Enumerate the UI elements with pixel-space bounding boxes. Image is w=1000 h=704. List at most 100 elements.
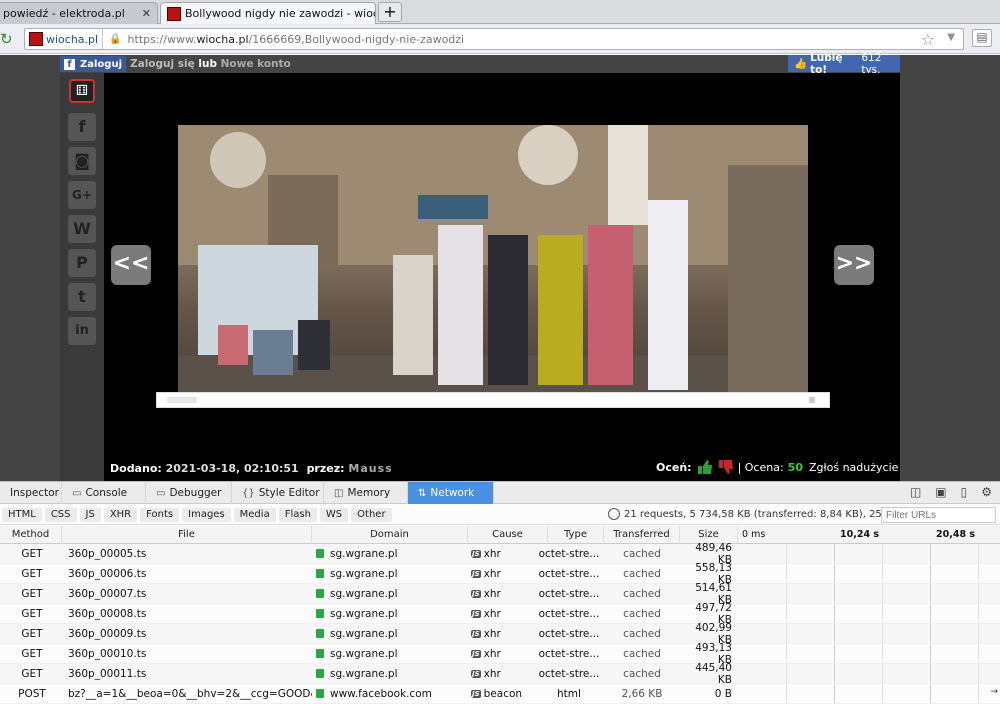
previous-button[interactable]: << xyxy=(111,245,151,285)
filter-images[interactable]: Images xyxy=(182,507,231,522)
waterfall-cell xyxy=(738,624,1000,643)
filter-js[interactable]: JS xyxy=(79,507,101,522)
lock-icon xyxy=(316,549,324,558)
twitter-share-icon[interactable]: t xyxy=(68,283,96,311)
js-icon: JS xyxy=(471,629,481,638)
rate-label: Oceń: xyxy=(656,460,692,474)
settings-gear-icon[interactable]: ⚙ xyxy=(981,485,992,499)
pinterest-share-icon[interactable]: P xyxy=(68,249,96,277)
video-controls-bar[interactable] xyxy=(156,392,830,408)
waterfall-cell: → xyxy=(738,684,1000,703)
responsive-mode-icon[interactable]: ▯ xyxy=(961,485,968,499)
facebook-like-button[interactable]: 👍 Lubię to! 612 tys. xyxy=(788,52,900,76)
column-transferred[interactable]: Transferred xyxy=(604,526,680,544)
tab-debugger[interactable]: ▭ Debugger xyxy=(146,482,232,504)
facebook-icon: f xyxy=(64,58,75,70)
waterfall-gridline xyxy=(834,564,835,583)
filter-css[interactable]: CSS xyxy=(44,507,77,522)
rating-bar: Oceń: | Ocena: 50 Zgłoś nadużycie xyxy=(656,460,898,474)
table-row[interactable]: GET 360p_00009.ts sg.wgrane.pl JS xhr octet-s… xyxy=(0,622,1000,646)
wiocha-favicon-icon xyxy=(29,32,43,46)
login-link[interactable]: Zaloguj się xyxy=(130,58,195,70)
tab-memory[interactable]: ◫ Memory xyxy=(324,482,408,504)
column-domain[interactable]: Domain xyxy=(312,526,468,544)
column-type[interactable]: Type xyxy=(548,526,604,544)
bookmarks-menu-icon[interactable]: ▤ xyxy=(972,29,992,47)
waterfall-cell xyxy=(738,584,1000,603)
style-editor-icon: {} xyxy=(242,487,255,499)
tab-network[interactable]: ⇅ Network xyxy=(408,482,494,504)
auth-links: Zaloguj się lub Nowe konto xyxy=(130,58,291,70)
js-icon: JS xyxy=(471,669,481,678)
thumbs-up-icon: 👍 xyxy=(794,58,808,70)
author-link[interactable]: Mauss xyxy=(348,462,392,475)
table-row[interactable]: GET 360p_00008.ts sg.wgrane.pl JS xhr octet-s… xyxy=(0,602,1000,626)
filter-media[interactable]: Media xyxy=(233,507,276,522)
filter-html[interactable]: HTML xyxy=(2,507,42,522)
new-tab-button[interactable]: + xyxy=(378,2,402,22)
tab-console[interactable]: ▭ Console xyxy=(62,482,146,504)
table-row[interactable]: POST bz?__a=1&__beoa=0&__bhv=2&__ccg=GOOD… xyxy=(0,684,1000,704)
filter-urls-input[interactable] xyxy=(881,507,996,523)
waterfall-gridline xyxy=(930,564,931,583)
waterfall-gridline xyxy=(882,644,883,663)
lock-icon[interactable]: 🔒 xyxy=(109,34,121,45)
facebook-login-button[interactable]: f Zaloguj xyxy=(60,56,127,72)
js-icon: JS xyxy=(471,589,481,598)
filter-xhr[interactable]: XHR xyxy=(103,507,138,522)
google-plus-share-icon[interactable]: G+ xyxy=(68,181,96,209)
table-row[interactable]: GET 360p_00011.ts sg.wgrane.pl JS xhr octet-s… xyxy=(0,662,1000,686)
register-link[interactable]: Nowe konto xyxy=(221,58,291,70)
video-frame[interactable] xyxy=(178,125,808,393)
lock-icon xyxy=(316,669,324,678)
reload-icon[interactable]: ↻ xyxy=(0,31,16,47)
next-button[interactable]: >> xyxy=(834,245,874,285)
devtools-panel: Inspector ▭ Console ▭ Debugger {} Style Edi… xyxy=(0,481,1000,704)
instagram-share-icon[interactable]: ◙ xyxy=(68,147,96,175)
random-dice-icon[interactable]: ⚅ xyxy=(69,79,95,103)
column-cause[interactable]: Cause xyxy=(468,526,548,544)
tab-wiocha[interactable]: Bollywood nigdy nie zawodzi - wiocha... … xyxy=(160,2,376,24)
facebook-share-icon[interactable]: f xyxy=(68,113,96,141)
dock-layout-icon[interactable]: ◫ xyxy=(910,485,921,499)
waterfall-gridline xyxy=(882,684,883,703)
linkedin-share-icon[interactable]: in xyxy=(68,317,96,345)
performance-clock-icon[interactable] xyxy=(608,508,620,520)
login-bar: f Zaloguj Zaloguj się lub Nowe konto 👍 L… xyxy=(60,52,900,76)
url-dropdown-icon[interactable]: ▼ xyxy=(947,32,955,43)
report-abuse-link[interactable]: Zgłoś nadużycie xyxy=(809,461,898,474)
filter-other[interactable]: Other xyxy=(351,507,392,522)
filter-ws[interactable]: WS xyxy=(319,507,349,522)
table-row[interactable]: GET 360p_00005.ts sg.wgrane.pl JS xhr octet-s… xyxy=(0,542,1000,566)
table-row[interactable]: GET 360p_00006.ts sg.wgrane.pl JS xhr octet-s… xyxy=(0,562,1000,586)
thumb-down-icon[interactable] xyxy=(718,460,734,474)
thumb-up-icon[interactable] xyxy=(697,460,713,474)
bookmark-star-icon[interactable]: ☆ xyxy=(921,30,935,49)
wykop-share-icon[interactable]: W xyxy=(68,215,96,243)
waterfall-gridline xyxy=(930,644,931,663)
request-summary: 21 requests, 5 734,58 KB (transferred: 8… xyxy=(608,508,906,520)
url-text[interactable]: https://www.wiocha.pl/1666669,Bollywood-… xyxy=(128,33,465,46)
lock-icon xyxy=(316,689,324,698)
tab-elektroda[interactable]: powiedź - elektroda.pl ✕ xyxy=(0,2,158,24)
network-icon: ⇅ xyxy=(418,487,427,499)
filter-flash[interactable]: Flash xyxy=(278,507,317,522)
table-row[interactable]: GET 360p_00010.ts sg.wgrane.pl JS xhr octet-s… xyxy=(0,642,1000,666)
filter-fonts[interactable]: Fonts xyxy=(140,507,180,522)
js-icon: JS xyxy=(471,549,481,558)
score-value: 50 xyxy=(787,460,803,474)
table-row[interactable]: GET 360p_00007.ts sg.wgrane.pl JS xhr octet-s… xyxy=(0,582,1000,606)
split-console-icon[interactable]: ▣ xyxy=(935,485,946,499)
column-file[interactable]: File xyxy=(62,526,312,544)
address-bar[interactable]: wiocha.pl 🔒 https://www.wiocha.pl/166666… xyxy=(24,28,964,50)
js-icon: JS xyxy=(471,569,481,578)
tab-inspector[interactable]: Inspector xyxy=(0,482,62,504)
tab-style-editor[interactable]: {} Style Editor xyxy=(232,482,324,504)
debugger-icon: ▭ xyxy=(156,487,166,499)
waterfall-header: 0 ms 10,24 s 20,48 s xyxy=(738,526,1000,544)
column-method[interactable]: Method xyxy=(0,526,62,544)
close-icon[interactable]: ✕ xyxy=(138,7,151,20)
site-identity[interactable]: wiocha.pl xyxy=(25,29,104,49)
web-page: f Zaloguj Zaloguj się lub Nowe konto 👍 L… xyxy=(0,52,1000,481)
waterfall-gridline xyxy=(834,584,835,603)
